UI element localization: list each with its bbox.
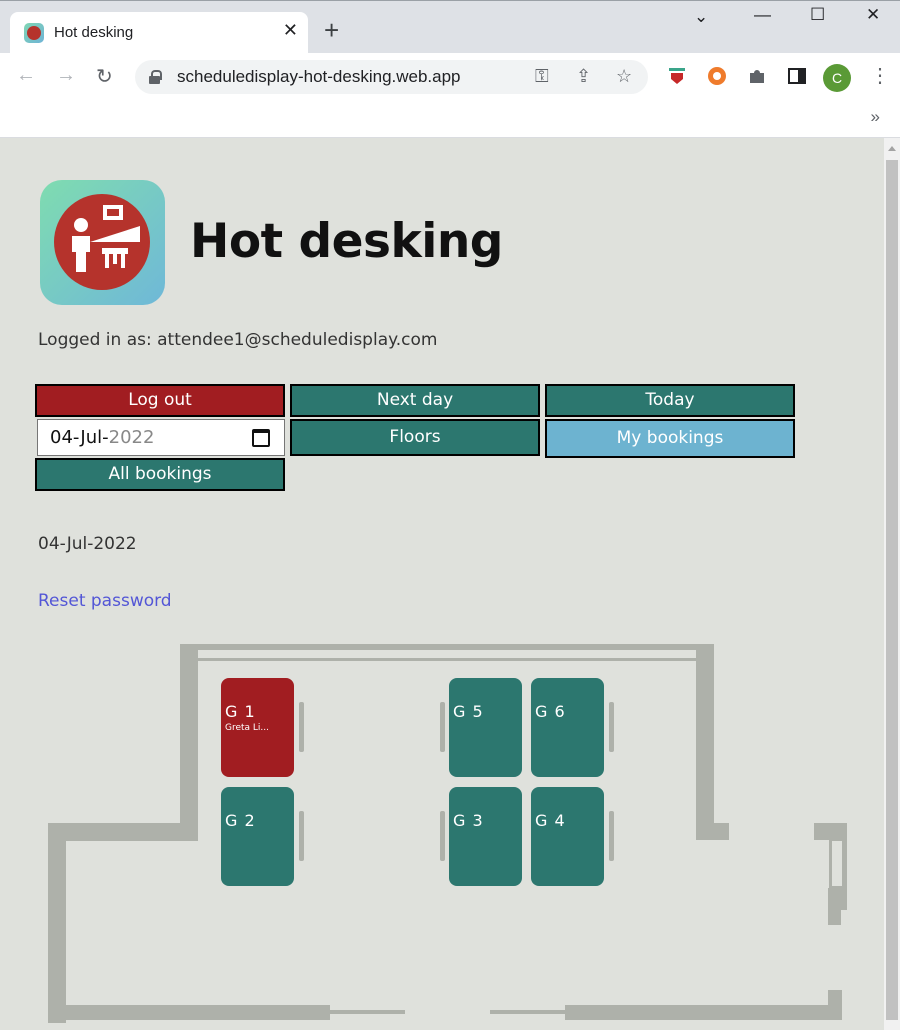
scroll-thumb[interactable] (886, 160, 898, 1020)
page-content: Hot desking Logged in as: attendee1@sche… (0, 138, 884, 1030)
chair (609, 811, 614, 861)
my-bookings-button[interactable]: My bookings (545, 419, 795, 458)
maximize-icon[interactable]: ☐ (810, 5, 825, 25)
selected-date: 04-Jul-2022 (38, 534, 137, 554)
desk-label: G 4 (535, 811, 566, 830)
bookmark-star-icon[interactable]: ☆ (616, 66, 632, 87)
key-icon[interactable]: ⚿ (535, 66, 549, 87)
bookmarks-overflow-icon[interactable]: » (871, 107, 880, 127)
desk-g3[interactable]: G 3 (449, 787, 522, 886)
logged-in-text: Logged in as: attendee1@scheduledisplay.… (38, 330, 438, 350)
calendar-icon[interactable] (252, 429, 270, 447)
desk-label: G 5 (453, 702, 484, 721)
desk-label: G 1 (225, 702, 256, 721)
desk-booked-by: Greta Li... (225, 723, 270, 733)
desk-g4[interactable]: G 4 (531, 787, 604, 886)
browser-menu-icon[interactable]: ⋮ (870, 63, 890, 88)
page-title: Hot desking (190, 214, 503, 269)
desk-g5[interactable]: G 5 (449, 678, 522, 777)
desk-g2[interactable]: G 2 (221, 787, 294, 886)
browser-toolbar: ← → ↻ scheduledisplay-hot-desking.web.ap… (0, 53, 900, 101)
desk-g1[interactable]: G 1 Greta Li... (221, 678, 294, 777)
close-window-icon[interactable]: ✕ (866, 5, 880, 25)
lock-icon (149, 70, 162, 84)
forward-icon[interactable]: → (56, 64, 76, 87)
address-bar[interactable]: scheduledisplay-hot-desking.web.app ⚿ ⇪ … (135, 60, 648, 94)
chair (299, 702, 304, 752)
new-tab-icon[interactable]: + (324, 17, 339, 43)
browser-tab[interactable]: Hot desking ✕ (10, 12, 308, 54)
today-button[interactable]: Today (545, 384, 795, 417)
reload-icon[interactable]: ↻ (96, 64, 113, 89)
reset-password-link[interactable]: Reset password (38, 591, 172, 611)
desk-label: G 6 (535, 702, 566, 721)
tab-title: Hot desking (54, 24, 134, 41)
date-month: Jul (80, 427, 103, 448)
profile-avatar[interactable]: C (823, 64, 851, 92)
chair (299, 811, 304, 861)
desk-label: G 3 (453, 811, 484, 830)
minimize-icon[interactable]: — (754, 5, 771, 25)
app-logo (40, 180, 165, 305)
extension-shield-icon[interactable] (666, 65, 688, 87)
page-scrollbar[interactable] (884, 138, 900, 1030)
next-day-button[interactable]: Next day (290, 384, 540, 417)
desk-label: G 2 (225, 811, 256, 830)
desk-g6[interactable]: G 6 (531, 678, 604, 777)
close-tab-icon[interactable]: ✕ (283, 20, 298, 41)
app-favicon-icon (24, 23, 44, 43)
floors-button[interactable]: Floors (290, 419, 540, 456)
date-day: 04 (50, 427, 73, 448)
url-text: scheduledisplay-hot-desking.web.app (177, 67, 461, 86)
back-icon[interactable]: ← (16, 64, 36, 87)
scroll-up-icon[interactable] (888, 146, 896, 151)
date-year: 2022 (108, 427, 155, 448)
chair (440, 811, 445, 861)
chair (609, 702, 614, 752)
extension-lifebuoy-icon[interactable] (706, 65, 728, 87)
browser-tabstrip: Hot desking ✕ + ⌄ — ☐ ✕ (0, 0, 900, 54)
bookmarks-bar: » (0, 101, 900, 138)
date-input[interactable]: 04-Jul-2022 (37, 419, 285, 456)
chair (440, 702, 445, 752)
share-icon[interactable]: ⇪ (576, 66, 591, 87)
extensions-puzzle-icon[interactable] (746, 65, 768, 87)
all-bookings-button[interactable]: All bookings (35, 458, 285, 491)
tab-search-icon[interactable]: ⌄ (694, 7, 708, 27)
logout-button[interactable]: Log out (35, 384, 285, 417)
hot-desk-logo-icon (54, 194, 150, 290)
side-panel-icon[interactable] (786, 65, 808, 87)
